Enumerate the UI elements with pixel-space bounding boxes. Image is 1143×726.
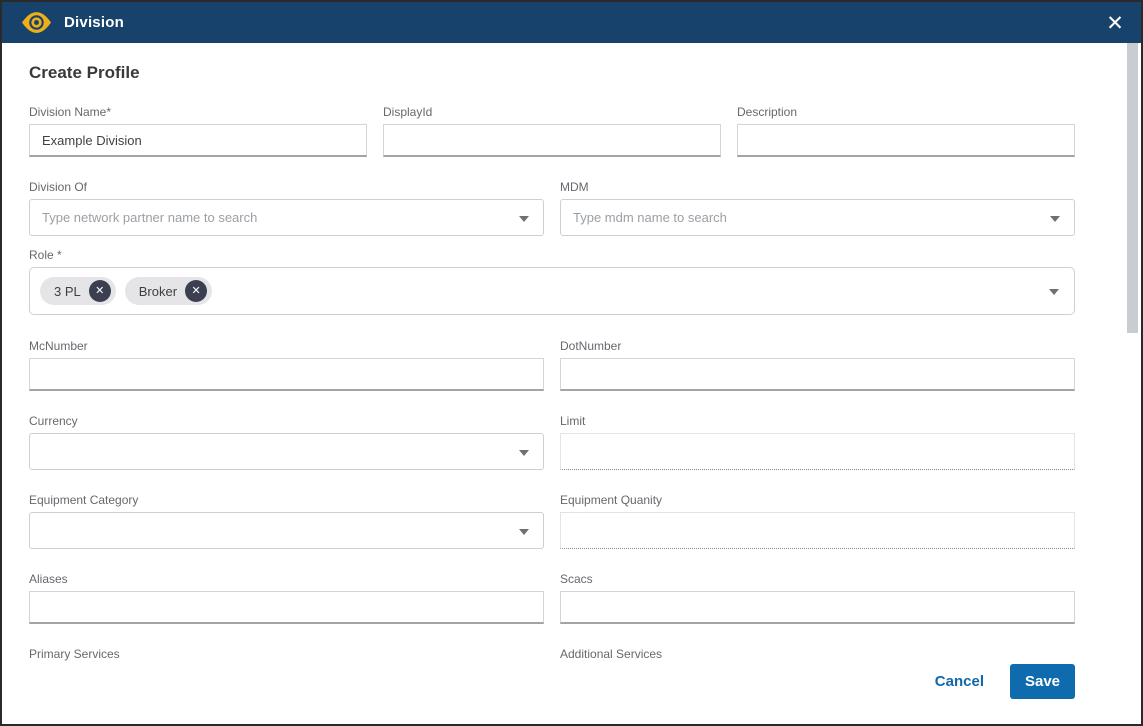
- field-mc-number: McNumber: [29, 339, 544, 391]
- aliases-input[interactable]: [29, 591, 544, 624]
- eye-logo-icon: [22, 12, 51, 33]
- role-multiselect[interactable]: 3 PL ✕ Broker ✕: [29, 267, 1075, 315]
- additional-services-label: Additional Services: [560, 647, 1075, 661]
- division-of-input[interactable]: [29, 199, 544, 236]
- description-label: Description: [737, 105, 1075, 119]
- field-description: Description: [737, 105, 1075, 157]
- field-primary-services: Primary Services: [29, 647, 544, 666]
- mc-number-label: McNumber: [29, 339, 544, 353]
- field-display-id: DisplayId: [383, 105, 721, 157]
- mc-number-input[interactable]: [29, 358, 544, 391]
- field-additional-services: Additional Services: [560, 647, 1075, 666]
- field-dot-number: DotNumber: [560, 339, 1075, 391]
- dialog-title: Division: [64, 14, 124, 31]
- equipment-category-select[interactable]: [29, 512, 544, 549]
- field-aliases: Aliases: [29, 572, 544, 624]
- chevron-down-icon: [1049, 289, 1059, 295]
- mdm-input[interactable]: [560, 199, 1075, 236]
- create-profile-form: Create Profile Division Name* DisplayId …: [2, 43, 1141, 666]
- dot-number-label: DotNumber: [560, 339, 1075, 353]
- field-currency: Currency: [29, 414, 544, 470]
- equipment-category-label: Equipment Category: [29, 493, 544, 507]
- aliases-label: Aliases: [29, 572, 544, 586]
- role-chip: 3 PL ✕: [40, 277, 116, 305]
- equipment-quantity-label: Equipment Quanity: [560, 493, 1075, 507]
- scacs-label: Scacs: [560, 572, 1075, 586]
- mdm-label: MDM: [560, 180, 1075, 194]
- role-chip-label: Broker: [139, 284, 177, 299]
- scacs-input[interactable]: [560, 591, 1075, 624]
- remove-chip-icon[interactable]: ✕: [89, 280, 111, 302]
- remove-chip-icon[interactable]: ✕: [185, 280, 207, 302]
- field-division-name: Division Name*: [29, 105, 367, 157]
- display-id-input[interactable]: [383, 124, 721, 157]
- field-division-of: Division Of: [29, 180, 544, 236]
- division-of-label: Division Of: [29, 180, 544, 194]
- field-equipment-quantity: Equipment Quanity: [560, 493, 1075, 549]
- field-scacs: Scacs: [560, 572, 1075, 624]
- description-input[interactable]: [737, 124, 1075, 157]
- close-icon[interactable]: ✕: [1103, 11, 1127, 35]
- cancel-button[interactable]: Cancel: [935, 673, 984, 690]
- scrollbar-thumb[interactable]: [1127, 43, 1138, 333]
- field-limit: Limit: [560, 414, 1075, 470]
- dot-number-input[interactable]: [560, 358, 1075, 391]
- role-chip: Broker ✕: [125, 277, 212, 305]
- display-id-label: DisplayId: [383, 105, 721, 119]
- division-name-label: Division Name*: [29, 105, 367, 119]
- save-button[interactable]: Save: [1010, 664, 1075, 699]
- equipment-quantity-input[interactable]: [560, 512, 1075, 549]
- vertical-scrollbar[interactable]: [1126, 43, 1139, 722]
- role-label: Role *: [29, 248, 1075, 262]
- primary-services-label: Primary Services: [29, 647, 544, 661]
- currency-label: Currency: [29, 414, 544, 428]
- role-chip-label: 3 PL: [54, 284, 81, 299]
- division-name-input[interactable]: [29, 124, 367, 157]
- dialog-footer: Cancel Save: [29, 664, 1075, 699]
- currency-select[interactable]: [29, 433, 544, 470]
- page-title: Create Profile: [29, 63, 1075, 83]
- field-mdm: MDM: [560, 180, 1075, 236]
- limit-label: Limit: [560, 414, 1075, 428]
- dialog-header: Division ✕: [2, 2, 1141, 43]
- limit-input[interactable]: [560, 433, 1075, 470]
- field-equipment-category: Equipment Category: [29, 493, 544, 549]
